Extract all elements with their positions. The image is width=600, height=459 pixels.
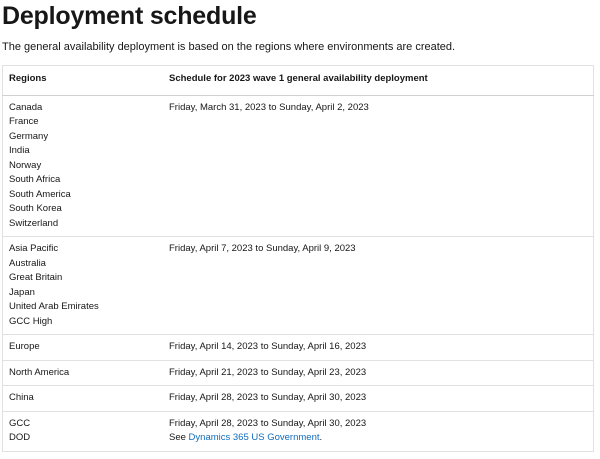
note-suffix: . bbox=[319, 432, 323, 443]
region-name: Norway bbox=[9, 159, 42, 171]
schedule-note: See Dynamics 365 US Government. bbox=[169, 431, 587, 446]
schedule-cell: Friday, March 31, 2023 to Sunday, April … bbox=[163, 94, 594, 237]
regions-cell: GCC DOD bbox=[2, 410, 163, 451]
region-name: Australia bbox=[9, 257, 46, 269]
regions-cell: North America bbox=[2, 359, 163, 386]
schedule-dates: Friday, March 31, 2023 to Sunday, April … bbox=[169, 101, 369, 113]
schedule-dates: Friday, April 21, 2023 to Sunday, April … bbox=[169, 366, 367, 378]
schedule-dates: Friday, April 7, 2023 to Sunday, April 9… bbox=[169, 243, 356, 254]
schedule-cell: Friday, April 7, 2023 to Sunday, April 9… bbox=[163, 236, 594, 335]
region-name: United Arab Emirates bbox=[9, 301, 99, 312]
article: Deployment schedule The general availabi… bbox=[2, 0, 596, 452]
regions-column-header: Regions bbox=[2, 65, 163, 96]
region-name: GCC High bbox=[9, 315, 53, 327]
schedule-column-header: Schedule for 2023 wave 1 general availab… bbox=[163, 65, 594, 96]
region-name: Asia Pacific bbox=[9, 243, 59, 254]
regions-cell: Canada France Germany India Norway South… bbox=[2, 94, 163, 237]
table-row: North America Friday, April 21, 2023 to … bbox=[2, 359, 594, 386]
region-name: GCC bbox=[9, 417, 31, 429]
region-name: France bbox=[9, 116, 39, 127]
schedule-cell: Friday, April 28, 2023 to Sunday, April … bbox=[163, 385, 594, 411]
schedule-dates: Friday, April 28, 2023 to Sunday, April … bbox=[169, 417, 367, 429]
region-name: Switzerland bbox=[9, 217, 59, 229]
schedule-dates: Friday, April 14, 2023 to Sunday, April … bbox=[169, 341, 367, 352]
table-row: Asia Pacific Australia Great Britain Jap… bbox=[2, 236, 594, 335]
us-government-link[interactable]: Dynamics 365 US Government bbox=[189, 432, 320, 443]
table-row: GCC DOD Friday, April 28, 2023 to Sunday… bbox=[2, 410, 594, 451]
schedule-dates: Friday, April 28, 2023 to Sunday, April … bbox=[169, 392, 367, 403]
region-name: Japan bbox=[9, 286, 35, 298]
table-row: Canada France Germany India Norway South… bbox=[2, 94, 594, 237]
note-prefix: See bbox=[169, 432, 189, 443]
regions-cell: Asia Pacific Australia Great Britain Jap… bbox=[2, 236, 163, 335]
region-name: DOD bbox=[9, 432, 31, 443]
regions-cell: Europe bbox=[2, 334, 163, 360]
region-name: South Korea bbox=[9, 203, 62, 214]
region-name: South America bbox=[9, 188, 71, 200]
region-name: North America bbox=[9, 366, 70, 378]
regions-cell: China bbox=[2, 385, 163, 411]
deployment-schedule-table: Regions Schedule for 2023 wave 1 general… bbox=[2, 65, 594, 452]
table-row: Europe Friday, April 14, 2023 to Sunday,… bbox=[2, 334, 594, 360]
schedule-cell: Friday, April 21, 2023 to Sunday, April … bbox=[163, 359, 594, 386]
table-header-row: Regions Schedule for 2023 wave 1 general… bbox=[2, 65, 594, 96]
region-name: Germany bbox=[9, 130, 49, 142]
region-name: South Africa bbox=[9, 174, 61, 185]
region-name: China bbox=[9, 392, 34, 403]
schedule-cell: Friday, April 28, 2023 to Sunday, April … bbox=[163, 410, 594, 451]
region-name: India bbox=[9, 145, 30, 156]
table-row: China Friday, April 28, 2023 to Sunday, … bbox=[2, 385, 594, 411]
region-name: Europe bbox=[9, 341, 40, 352]
region-name: Canada bbox=[9, 101, 43, 113]
schedule-cell: Friday, April 14, 2023 to Sunday, April … bbox=[163, 334, 594, 360]
region-name: Great Britain bbox=[9, 272, 63, 283]
page-title: Deployment schedule bbox=[2, 2, 257, 30]
intro-paragraph: The general availability deployment is b… bbox=[2, 41, 456, 53]
